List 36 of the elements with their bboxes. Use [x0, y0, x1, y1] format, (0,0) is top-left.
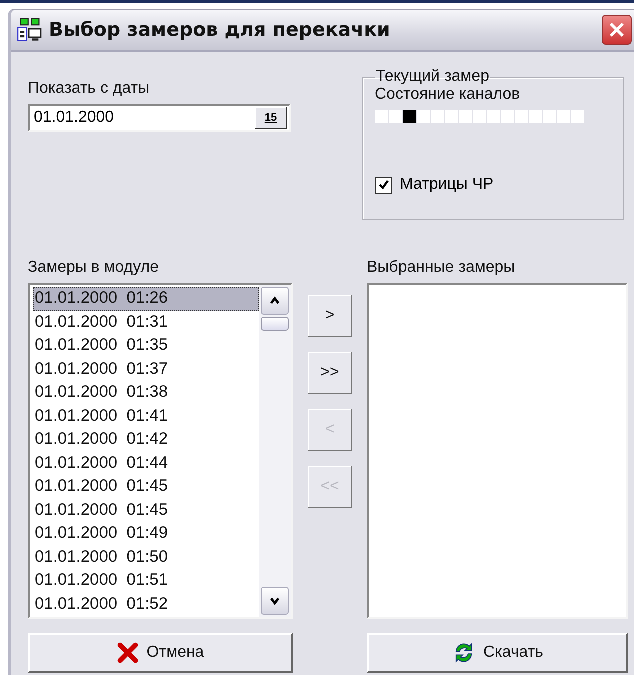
list-item[interactable]: 01.01.2000 01:45 — [33, 475, 259, 498]
list-item[interactable]: 01.01.2000 01:45 — [33, 498, 259, 522]
field-label: Показать с даты — [28, 80, 151, 98]
window-title: Выбор замеров для перекачки — [49, 19, 392, 41]
checkbox[interactable] — [375, 176, 392, 194]
group-title: Текущий замер — [375, 68, 490, 86]
calendar-button[interactable]: 15 — [255, 107, 287, 129]
list-item[interactable]: 01.01.2000 01:52 — [33, 592, 259, 616]
scroll-up-button[interactable] — [261, 287, 289, 315]
channels-label: Состояние каналов — [375, 86, 522, 104]
checkbox-label: Матрицы ЧР — [400, 176, 494, 194]
transfer-button[interactable]: >> — [308, 352, 352, 394]
list-label: Замеры в модуле — [28, 259, 160, 277]
scroll-thumb[interactable] — [261, 317, 289, 331]
close-icon — [607, 20, 627, 40]
list-item[interactable]: 01.01.2000 01:49 — [33, 522, 259, 546]
cross-icon — [116, 642, 139, 664]
scrollbar[interactable] — [259, 285, 291, 617]
scroll-down-button[interactable] — [261, 587, 289, 615]
list-item[interactable]: 01.01.2000 01:31 — [33, 310, 259, 334]
download-button[interactable]: Скачать — [367, 633, 628, 673]
date-field[interactable]: 01.01.2000 15 — [28, 104, 291, 132]
close-button[interactable] — [602, 15, 632, 45]
computers-icon — [17, 17, 43, 43]
cancel-button[interactable]: Отмена — [28, 633, 293, 673]
list-item[interactable]: 01.01.2000 01:51 — [33, 569, 259, 592]
list-item[interactable]: 01.01.2000 01:41 — [33, 404, 259, 428]
list-item[interactable]: 01.01.2000 01:42 — [33, 428, 259, 452]
list-item[interactable]: 01.01.2000 01:38 — [33, 381, 259, 404]
list-item[interactable]: 01.01.2000 01:50 — [33, 546, 259, 569]
list-item[interactable]: 01.01.2000 01:26 — [33, 287, 259, 310]
list-item[interactable]: 01.01.2000 01:44 — [33, 452, 259, 475]
list-item[interactable]: 01.01.2000 01:37 — [33, 358, 259, 381]
list-item[interactable]: 01.01.2000 01:35 — [33, 334, 259, 358]
transfer-button[interactable]: > — [308, 295, 352, 337]
list-label: Выбранные замеры — [367, 259, 516, 277]
